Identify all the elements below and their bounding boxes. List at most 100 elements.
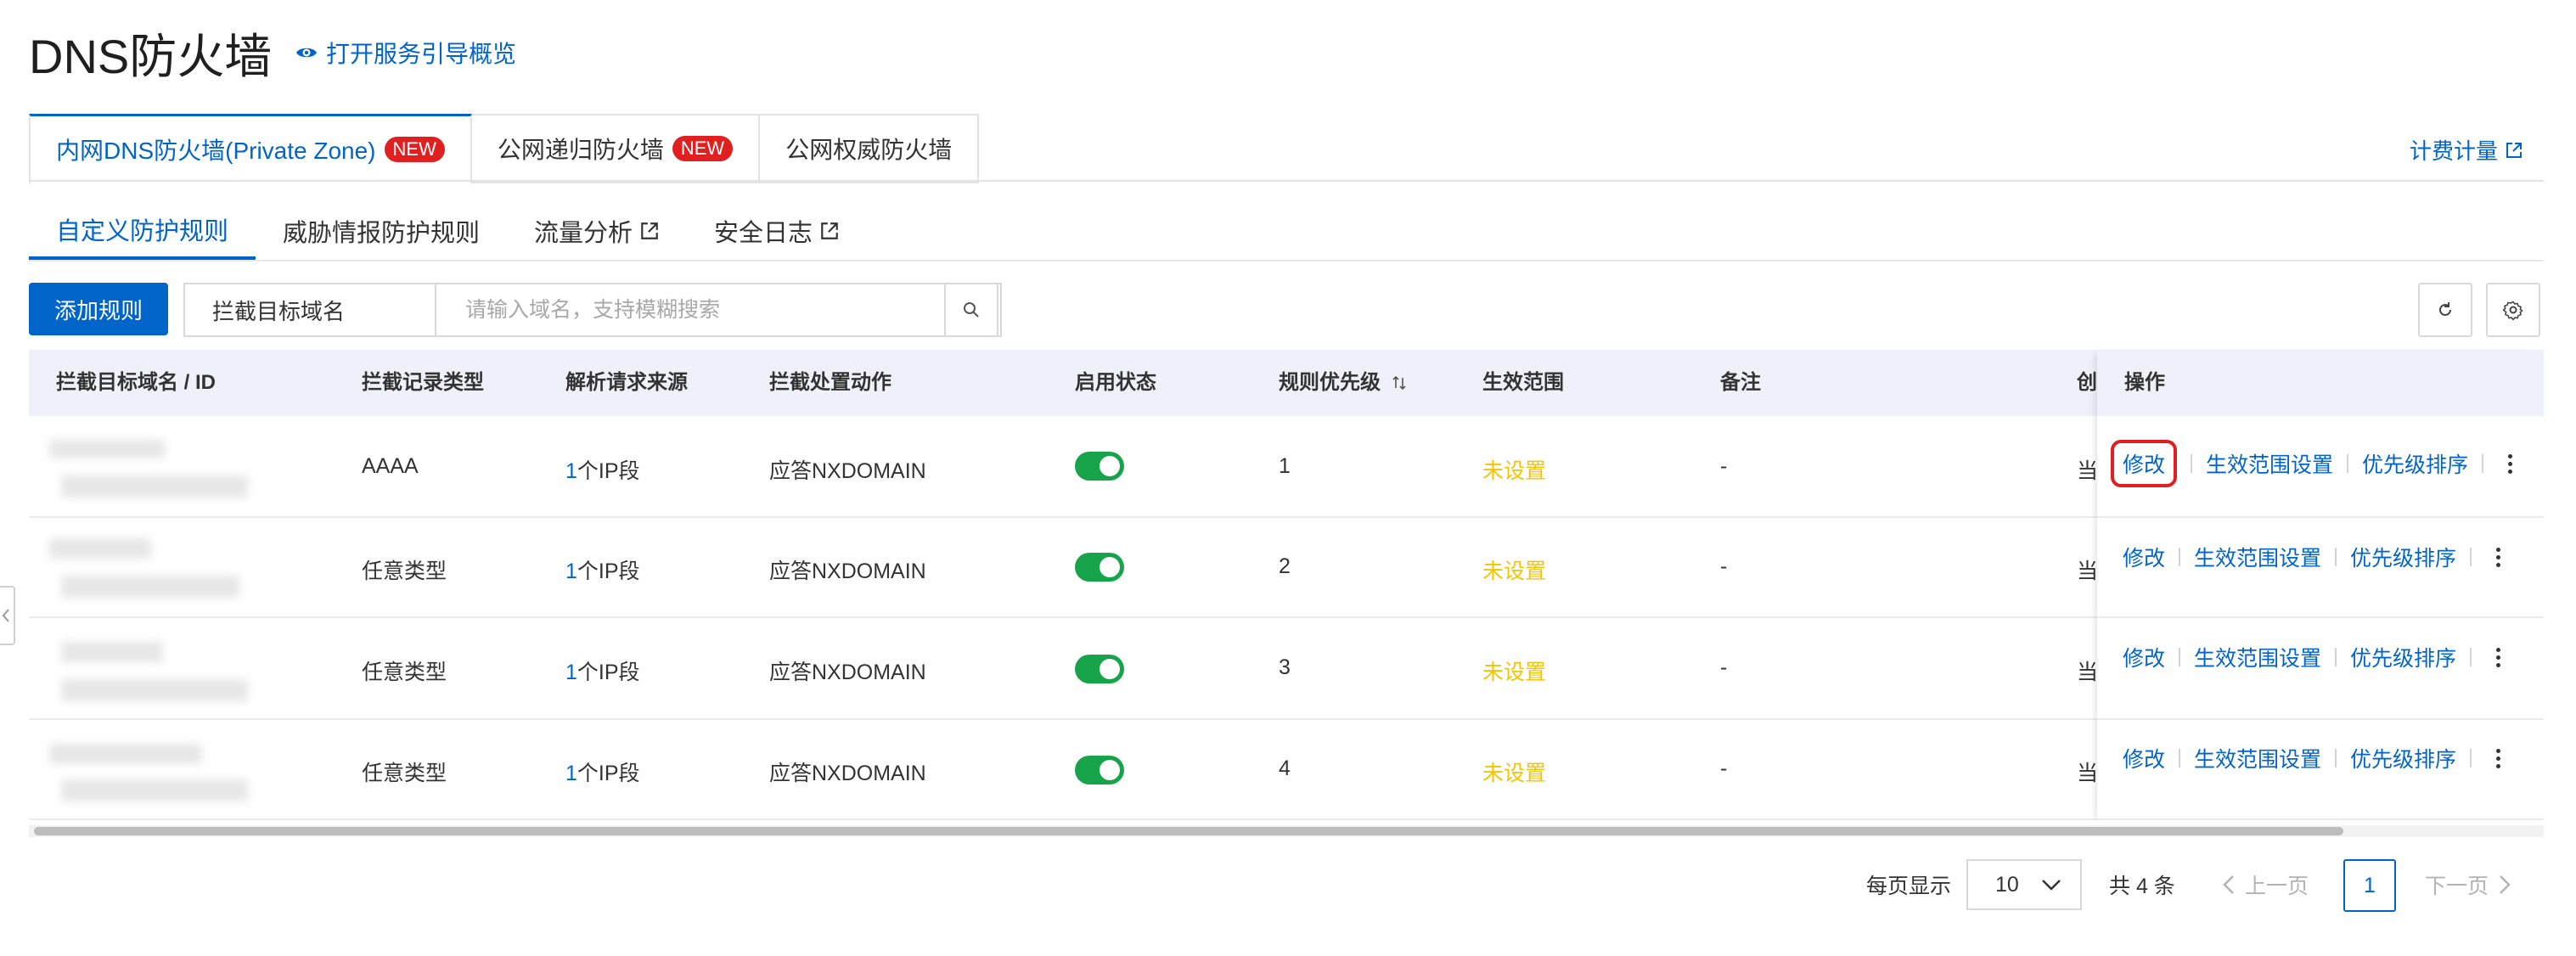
sidebar-expand-handle[interactable] (0, 586, 15, 645)
source-count-link[interactable]: 1 (565, 661, 577, 684)
more-actions-icon[interactable] (2485, 743, 2511, 773)
page-number-current[interactable]: 1 (2343, 859, 2396, 912)
priority-sort-link[interactable]: 优先级排序 (2350, 642, 2456, 672)
enable-toggle[interactable] (1075, 452, 1124, 481)
column-header-created: 创 (2077, 371, 2097, 394)
subtab-custom-rules[interactable]: 自定义防护规则 (29, 202, 256, 260)
more-actions-icon[interactable] (2497, 448, 2523, 479)
column-header-remark: 备注 (1720, 371, 1761, 394)
row-actions: 修改 生效范围设置 优先级排序 (2111, 440, 2523, 487)
priority-sort-link[interactable]: 优先级排序 (2350, 542, 2456, 572)
refresh-button[interactable] (2418, 283, 2472, 337)
subtab-traffic-analysis[interactable]: 流量分析 (507, 202, 687, 260)
created-cell: 当 (2077, 459, 2099, 483)
tab-public-recursive[interactable]: 公网递归防火墙 NEW (471, 114, 761, 183)
enable-toggle[interactable] (1075, 655, 1124, 683)
redacted-id (61, 679, 248, 701)
chevron-down-icon (2042, 880, 2061, 891)
next-page-button[interactable]: 下一页 (2425, 869, 2511, 900)
chevron-left-icon (2223, 875, 2234, 894)
tab-label: 内网DNS防火墙(Private Zone) (56, 138, 376, 164)
source-unit: 个IP段 (577, 459, 640, 483)
source-count-link[interactable]: 1 (565, 762, 577, 785)
priority-cell: 4 (1279, 756, 1291, 780)
service-guide-link[interactable]: 打开服务引导概览 (295, 36, 516, 70)
domain-search-input[interactable] (435, 283, 1002, 337)
per-page-label: 每页显示 (1866, 874, 1952, 898)
column-header-domain: 拦截目标域名 / ID (56, 371, 217, 394)
billing-link[interactable]: 计费计量 (2410, 134, 2523, 166)
source-count-link[interactable]: 1 (565, 560, 577, 583)
subtabs-divider (29, 260, 2544, 261)
edit-link[interactable]: 修改 (2123, 542, 2165, 572)
action-separator (2179, 648, 2181, 666)
filter-field-value: 拦截目标域名 (212, 298, 346, 324)
search-icon (964, 302, 979, 318)
action-cell: 应答NXDOMAIN (769, 459, 926, 483)
scrollbar-thumb[interactable] (34, 827, 2343, 835)
chevron-right-icon (2500, 875, 2511, 894)
enable-toggle[interactable] (1075, 553, 1124, 582)
subtab-security-log[interactable]: 安全日志 (687, 202, 867, 260)
redacted-domain (61, 642, 163, 662)
scope-cell: 未设置 (1482, 459, 1547, 483)
eye-icon (296, 48, 317, 58)
prev-page-button[interactable]: 上一页 (2223, 869, 2309, 900)
remark-cell: - (1720, 554, 1728, 578)
action-separator (2482, 454, 2484, 473)
scope-cell: 未设置 (1482, 560, 1547, 583)
subtab-threat-intel[interactable]: 威胁情报防护规则 (256, 202, 507, 260)
more-actions-icon[interactable] (2485, 542, 2511, 572)
scope-setting-link[interactable]: 生效范围设置 (2194, 642, 2321, 672)
row-actions: 修改 生效范围设置 优先级排序 (2123, 642, 2511, 672)
redacted-domain (49, 744, 202, 764)
action-separator (2347, 454, 2349, 473)
tab-private-zone[interactable]: 内网DNS防火墙(Private Zone) NEW (29, 114, 472, 184)
record-type-cell: 任意类型 (362, 661, 447, 684)
tabs-divider (29, 180, 2544, 182)
tab-label: 公网递归防火墙 (497, 137, 664, 163)
priority-sort-link[interactable]: 优先级排序 (2350, 743, 2456, 773)
action-separator (2179, 749, 2181, 768)
subtab-label: 自定义防护规则 (56, 218, 229, 245)
priority-header-label: 规则优先级 (1279, 371, 1381, 394)
edit-link[interactable]: 修改 (2111, 440, 2178, 487)
new-badge: NEW (384, 137, 445, 162)
operations-column: 操作 修改 生效范围设置 优先级排序 修改 生效范围设置 优先级排序 修改 生效… (2097, 350, 2544, 822)
edit-link[interactable]: 修改 (2123, 743, 2165, 773)
action-separator (2470, 648, 2472, 666)
settings-button[interactable] (2486, 283, 2540, 337)
remark-cell: - (1720, 655, 1728, 679)
more-actions-icon[interactable] (2485, 642, 2511, 672)
record-type-cell: AAAA (362, 454, 419, 478)
created-cell: 当 (2077, 560, 2099, 583)
next-page-label: 下一页 (2425, 874, 2489, 898)
scope-setting-link[interactable]: 生效范围设置 (2194, 743, 2321, 773)
total-count: 共 4 条 (2109, 874, 2175, 898)
priority-sort-link[interactable]: 优先级排序 (2362, 448, 2468, 479)
remark-cell: - (1720, 756, 1728, 780)
tab-public-authoritative[interactable]: 公网权威防火墙 (760, 114, 980, 183)
source-cell: 1个IP段 (565, 756, 640, 787)
priority-cell: 3 (1279, 655, 1291, 679)
firewall-tabs: 内网DNS防火墙(Private Zone) NEW 公网递归防火墙 NEW 公… (29, 114, 980, 184)
source-unit: 个IP段 (577, 560, 640, 583)
source-count-link[interactable]: 1 (565, 459, 577, 483)
action-separator (2335, 648, 2337, 666)
scope-setting-link[interactable]: 生效范围设置 (2194, 542, 2321, 572)
per-page-select[interactable]: 10 (1966, 859, 2082, 910)
action-separator (2470, 749, 2472, 768)
enable-toggle[interactable] (1075, 756, 1124, 784)
search-button[interactable] (944, 283, 998, 337)
add-rule-button[interactable]: 添加规则 (29, 283, 168, 335)
column-header-priority[interactable]: 规则优先级 (1279, 350, 1408, 416)
action-cell: 应答NXDOMAIN (769, 661, 926, 684)
column-header-action: 拦截处置动作 (769, 371, 891, 394)
edit-link[interactable]: 修改 (2123, 642, 2165, 672)
scope-setting-link[interactable]: 生效范围设置 (2206, 448, 2333, 479)
action-separator (2191, 454, 2193, 473)
source-cell: 1个IP段 (565, 655, 640, 686)
column-header-scope: 生效范围 (1482, 371, 1564, 394)
rule-subtabs: 自定义防护规则 威胁情报防护规则 流量分析 安全日志 (29, 202, 867, 261)
chevron-left-icon (2, 609, 9, 622)
